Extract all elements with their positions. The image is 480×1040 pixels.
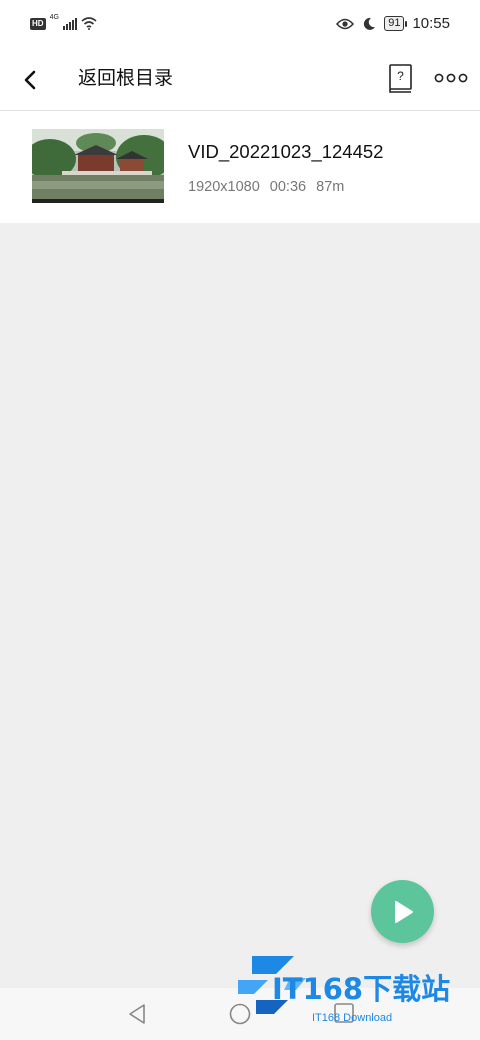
file-name: VID_20221023_124452 <box>188 141 384 162</box>
more-horizontal-icon <box>434 73 468 83</box>
more-options-button[interactable] <box>434 66 468 90</box>
file-duration: 00:36 <box>269 179 307 195</box>
back-button[interactable] <box>16 65 46 95</box>
help-button[interactable]: ? <box>388 64 414 94</box>
list-item[interactable]: VID_20221023_124452 1920x1080 00:36 87m <box>0 111 480 223</box>
toolbar: 返回根目录 ? <box>0 56 480 111</box>
clock: 10:55 <box>412 15 450 32</box>
file-meta: 1920x1080 00:36 87m <box>188 178 350 196</box>
watermark-text: IT168下载站 <box>272 972 451 1006</box>
network-type-label: 4G <box>49 14 59 21</box>
file-size: 87m <box>316 179 345 195</box>
watermark-subtext: IT168 Download <box>312 1012 393 1024</box>
play-icon <box>395 901 413 923</box>
chevron-left-icon <box>24 70 36 90</box>
eye-comfort-icon <box>336 18 355 29</box>
watermark: IT168下载站 IT168 Download <box>232 950 472 1030</box>
hd-badge: HD <box>30 17 46 30</box>
play-button[interactable] <box>371 880 434 943</box>
moon-icon <box>364 17 376 30</box>
video-thumbnail <box>32 129 164 203</box>
status-left: HD 4G <box>30 14 97 30</box>
status-right: 91 10:55 <box>336 15 450 32</box>
signal-icon <box>62 17 77 30</box>
wifi-icon <box>81 17 97 30</box>
svg-text:?: ? <box>397 69 404 83</box>
battery-indicator: 91 <box>384 16 408 31</box>
nav-back-icon[interactable] <box>126 1002 148 1026</box>
file-list: VID_20221023_124452 1920x1080 00:36 87m <box>0 111 480 223</box>
file-resolution: 1920x1080 <box>188 179 260 195</box>
page-title: 返回根目录 <box>78 68 174 89</box>
help-book-icon: ? <box>389 64 412 93</box>
status-bar: HD 4G 91 10:55 <box>0 0 480 56</box>
